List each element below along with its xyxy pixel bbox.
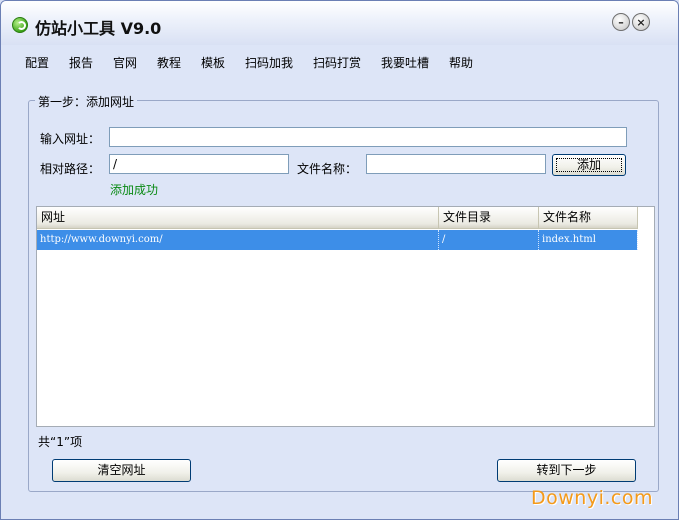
table-row[interactable]: http://www.downyi.com/ / index.html: [37, 230, 638, 250]
filename-label: 文件名称：: [297, 162, 358, 176]
title-bar[interactable]: 仿站小工具 V9.0 – ×: [1, 1, 678, 45]
url-input[interactable]: [109, 127, 627, 147]
clear-urls-button[interactable]: 清空网址: [52, 459, 191, 482]
url-list[interactable]: 网址 文件目录 文件名称 http://www.downyi.com/ / in…: [36, 206, 655, 427]
menu-scan-add[interactable]: 扫码加我: [245, 54, 293, 71]
menu-feedback[interactable]: 我要吐槽: [381, 54, 429, 71]
watermark-text: Downyi.com: [531, 487, 653, 509]
next-step-button[interactable]: 转到下一步: [497, 459, 636, 482]
menu-tutorial[interactable]: 教程: [157, 54, 181, 71]
path-label: 相对路径：: [40, 162, 101, 176]
add-button[interactable]: 添加: [552, 154, 626, 176]
menu-bar: 配置 报告 官网 教程 模板 扫码加我 扫码打赏 我要吐槽 帮助: [1, 45, 678, 79]
menu-website[interactable]: 官网: [113, 54, 137, 71]
add-status-text: 添加成功: [110, 183, 159, 197]
row-file-cell: index.html: [539, 230, 638, 250]
column-header-url[interactable]: 网址: [37, 207, 439, 229]
column-header-dir[interactable]: 文件目录: [439, 207, 539, 229]
filename-input[interactable]: [366, 154, 546, 174]
column-header-file[interactable]: 文件名称: [539, 207, 638, 229]
minimize-button[interactable]: –: [612, 13, 630, 31]
menu-scan-tip[interactable]: 扫码打赏: [313, 54, 361, 71]
row-url-cell: http://www.downyi.com/: [37, 230, 439, 250]
step-one-legend: 第一步：添加网址: [35, 93, 138, 110]
app-window: 仿站小工具 V9.0 – × 配置 报告 官网 教程 模板 扫码加我 扫码打赏 …: [0, 0, 679, 520]
menu-template[interactable]: 模板: [201, 54, 225, 71]
close-button[interactable]: ×: [632, 13, 650, 31]
url-label: 输入网址：: [40, 132, 101, 146]
row-dir-cell: /: [439, 230, 539, 250]
list-header: 网址 文件目录 文件名称: [37, 207, 638, 229]
item-count: 共“1”项: [38, 435, 83, 449]
menu-config[interactable]: 配置: [25, 54, 49, 71]
window-title: 仿站小工具 V9.0: [35, 19, 162, 38]
path-input[interactable]: [109, 154, 289, 174]
menu-help[interactable]: 帮助: [449, 54, 473, 71]
menu-report[interactable]: 报告: [69, 54, 93, 71]
app-icon: [12, 17, 28, 33]
